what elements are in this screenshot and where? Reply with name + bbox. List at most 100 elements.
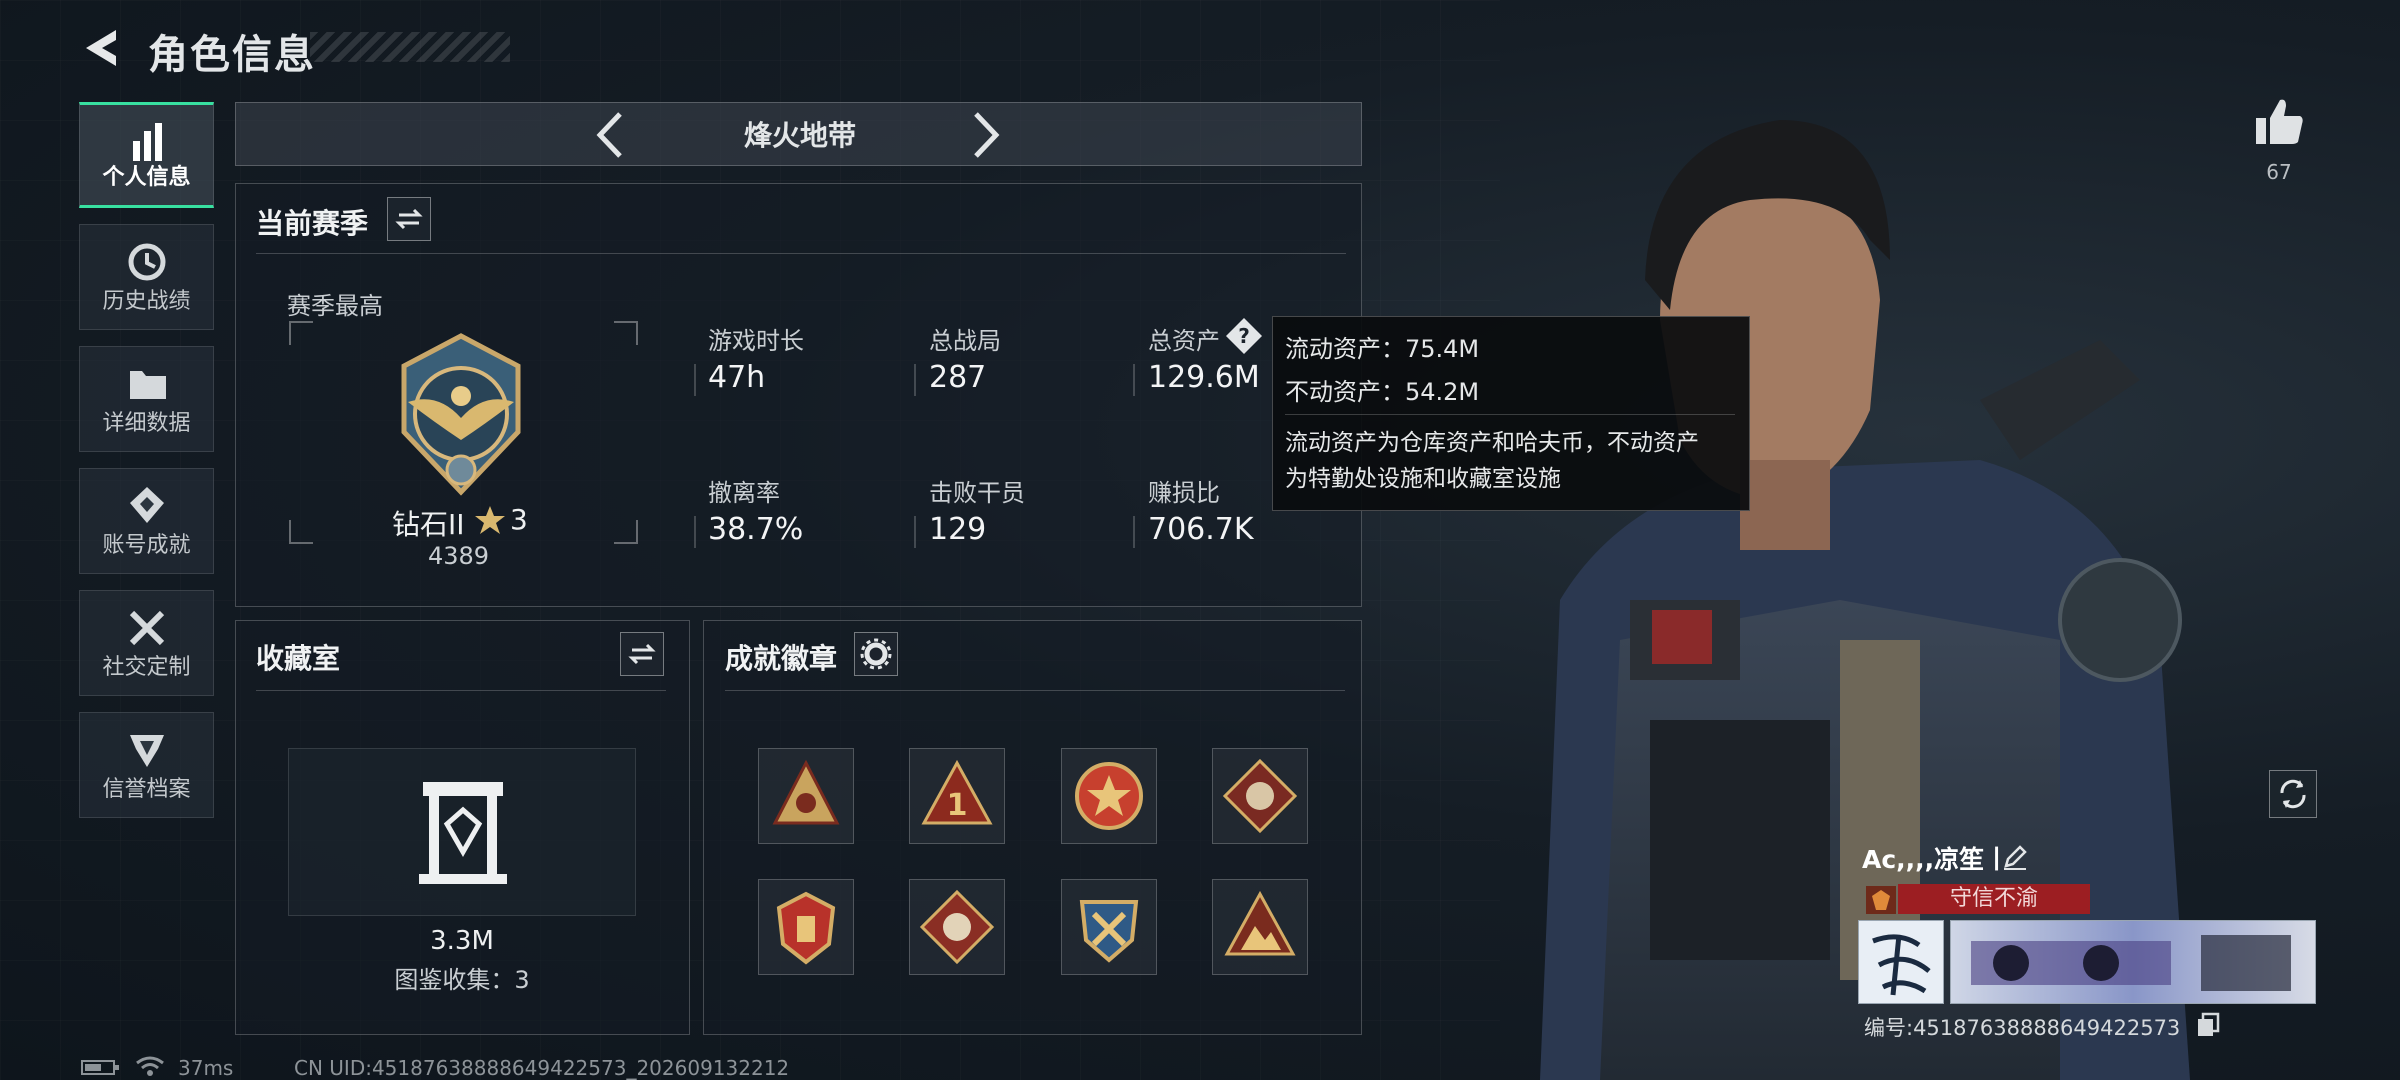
collection-switch-button[interactable] [620, 632, 664, 676]
sidebar-item-social-custom[interactable]: 社交定制 [79, 590, 214, 696]
reputation-shield-icon [130, 735, 164, 767]
stat-total-assets-label: 总资产 [1148, 327, 1220, 355]
rank-stars: 3 [510, 503, 528, 536]
achievement-medal[interactable] [1212, 748, 1308, 844]
thumbs-up-icon[interactable] [2252, 96, 2306, 146]
likes-count: 67 [2266, 160, 2292, 184]
stat-kills-value: 129 [929, 512, 987, 547]
tooltip-description-line2: 为特勤处设施和收藏室设施 [1285, 466, 1561, 492]
chevron-left-icon[interactable] [594, 110, 628, 160]
stat-separator [694, 516, 696, 548]
copy-icon[interactable] [2196, 1012, 2220, 1038]
uid-text: CN UID:451876388886494225​73_20260913221… [294, 1056, 790, 1080]
rank-emblem-icon [401, 333, 521, 496]
battery-icon [81, 1060, 119, 1075]
medal-star-emblem-icon [1075, 762, 1143, 830]
sidebar-item-label: 账号成就 [102, 533, 191, 558]
ping-value: 37ms [178, 1056, 234, 1080]
sidebar-item-detailed-data[interactable]: 详细数据 [79, 346, 214, 452]
rank-score: 4389 [428, 542, 490, 570]
tooltip-liquid-assets: 流动资产：75.4M [1285, 335, 1480, 363]
frame-corner [614, 520, 638, 544]
medal-triangle-icon [772, 759, 840, 825]
medal-crossed-tools-icon [1079, 900, 1139, 963]
star-icon [475, 506, 505, 534]
tooltip-description-line1: 流动资产为仓库资产和哈夫币，不动资产 [1285, 430, 1699, 456]
tooltip-fixed-assets: 不动资产：54.2M [1285, 378, 1480, 406]
season-header: 当前赛季 [256, 207, 369, 240]
edit-pencil-icon[interactable] [2000, 842, 2030, 872]
sidebar-item-reputation[interactable]: 信誉档案 [79, 712, 214, 818]
calligraphy-avatar-icon [1872, 934, 1931, 996]
achievement-medal[interactable] [758, 879, 854, 975]
history-clock-icon [128, 243, 166, 281]
stat-separator [694, 364, 696, 396]
achievements-header: 成就徽章 [725, 642, 838, 675]
stat-separator [1133, 364, 1135, 396]
achievement-medal[interactable] [758, 748, 854, 844]
back-arrow-icon[interactable] [80, 26, 122, 70]
folder-icon [130, 371, 166, 399]
divider [725, 690, 1345, 691]
title-decoration [310, 32, 510, 62]
help-question-icon[interactable]: ? [1224, 316, 1264, 356]
stat-play-time-label: 游戏时长 [708, 327, 804, 355]
stat-separator [1133, 516, 1135, 548]
swap-arrows-icon [395, 208, 423, 230]
frame-corner [289, 520, 313, 544]
refresh-rotate-icon [2280, 779, 2306, 809]
medal-shield-wings-icon [776, 891, 836, 965]
achievement-medal[interactable] [1061, 748, 1157, 844]
collection-header: 收藏室 [256, 642, 341, 675]
divider [1285, 414, 1735, 415]
player-name: Ac,,,,凉笙丨 [1862, 845, 2010, 874]
player-id: 编号:451876388886494225​73 [1864, 1016, 2181, 1040]
stat-profit-ratio-value: 706.7K [1148, 512, 1254, 547]
achievement-medal[interactable]: 1 [909, 748, 1005, 844]
season-switch-button[interactable] [387, 197, 431, 241]
frame-corner [614, 321, 638, 345]
wifi-icon [136, 1056, 164, 1076]
achievement-medal[interactable] [1212, 879, 1308, 975]
rotate-model-button[interactable] [2269, 770, 2317, 818]
achievements-settings-button[interactable] [854, 632, 898, 676]
sidebar-item-history[interactable]: 历史战绩 [79, 224, 214, 330]
sidebar-item-label: 信誉档案 [102, 777, 191, 802]
mode-title: 烽火地带 [743, 119, 856, 152]
rank-name: 钻石II [392, 508, 465, 541]
player-avatar[interactable] [1858, 920, 1944, 1004]
stat-profit-ratio-label: 赚损比 [1148, 479, 1220, 507]
achievement-badge-icon [130, 487, 164, 523]
stat-total-assets-value: 129.6M [1148, 360, 1260, 395]
frame-corner [289, 321, 313, 345]
stat-extraction-rate-value: 38.7% [708, 512, 804, 547]
svg-text:?: ? [1238, 324, 1250, 348]
gear-icon [860, 638, 892, 670]
sidebar-item-achievements[interactable]: 账号成就 [79, 468, 214, 574]
medal-wolf-diamond-icon [1222, 758, 1298, 834]
tools-wrench-icon [129, 610, 165, 646]
page-title: 角色信息 [148, 32, 316, 78]
assets-tooltip: 流动资产：75.4M 不动资产：54.2M 流动资产为仓库资产和哈夫币，不动资产… [1272, 316, 1750, 511]
stat-extraction-rate-label: 撤离率 [708, 479, 780, 507]
player-banner-card[interactable] [1950, 920, 2316, 1004]
sidebar-item-label: 社交定制 [102, 655, 191, 680]
sidebar-item-label: 个人信息 [102, 165, 191, 190]
achievement-medal[interactable] [909, 879, 1005, 975]
reputation-badge-icon [1866, 886, 1896, 914]
sidebar-item-personal-info[interactable]: 个人信息 [79, 102, 214, 208]
stat-total-matches-value: 287 [929, 360, 987, 395]
svg-text:1: 1 [947, 788, 968, 823]
bar-chart-icon [133, 123, 162, 161]
season-best-label: 赛季最高 [287, 292, 383, 320]
medal-mountain-icon [1224, 890, 1296, 956]
chevron-right-icon[interactable] [968, 110, 1002, 160]
collection-display-case-icon [419, 782, 507, 884]
collection-catalog-count: 图鉴收集：3 [394, 966, 530, 994]
stat-separator [914, 516, 916, 548]
stat-kills-label: 击败干员 [929, 479, 1025, 507]
stat-play-time-value: 47h [708, 360, 766, 395]
sidebar-item-label: 详细数据 [102, 411, 191, 436]
achievement-medal[interactable] [1061, 879, 1157, 975]
medal-wolf-diamond-icon [919, 889, 995, 965]
